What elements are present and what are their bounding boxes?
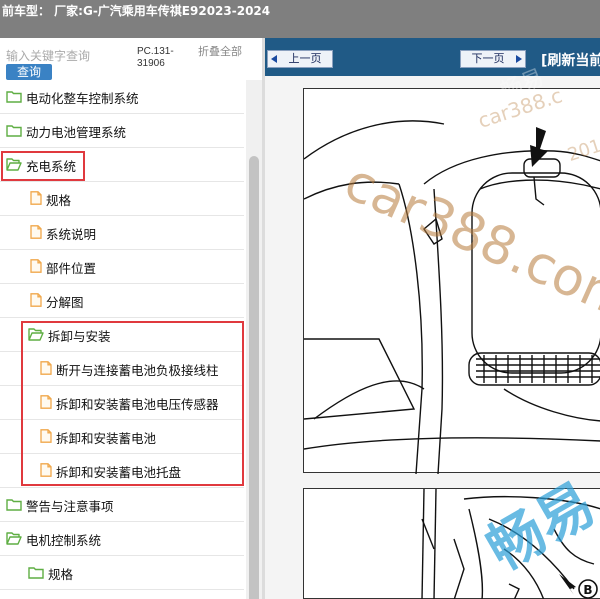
tree-item-label: 警告与注意事项 bbox=[26, 499, 114, 514]
tree-item-ev-control[interactable]: 电动化整车控制系统 bbox=[0, 80, 244, 114]
interior-line-drawing bbox=[304, 120, 600, 474]
navigation-panel: 查询 PC.131-31906 折叠全部 电动化整车控制系统 动力电池管理系统 … bbox=[0, 38, 262, 599]
title-bar: 前车型： 厂家:G-广汽乘用车传祺E92023-2024 bbox=[0, 0, 600, 38]
refresh-current-link[interactable]: [刷新当前 bbox=[541, 50, 600, 70]
tree-item-label: 分解图 bbox=[46, 295, 84, 310]
tree-item-label: 规格 bbox=[46, 193, 72, 208]
pc-code: PC.131-31906 bbox=[137, 46, 174, 69]
next-page-button[interactable]: 下一页 bbox=[460, 50, 526, 68]
document-icon bbox=[30, 293, 42, 307]
tree-item-label: 部件位置 bbox=[46, 261, 97, 276]
tree-item-system-description[interactable]: 系统说明 bbox=[0, 216, 244, 250]
document-icon bbox=[30, 191, 42, 205]
illustration-upper bbox=[303, 88, 600, 474]
illustration-lower: B bbox=[303, 488, 600, 599]
tree-item-motor-spec[interactable]: 规格 bbox=[0, 556, 244, 590]
folder-icon bbox=[6, 91, 22, 103]
arrow-right-icon bbox=[516, 55, 522, 63]
highlight-box-removal-group bbox=[21, 321, 244, 486]
tree-item-motor-control[interactable]: 电机控制系统 bbox=[0, 522, 244, 556]
tree-item-label: 规格 bbox=[48, 567, 74, 582]
battery-area-line-drawing: B bbox=[421, 489, 600, 599]
document-icon bbox=[30, 259, 42, 273]
query-button[interactable]: 查询 bbox=[6, 64, 52, 80]
search-bar: 查询 PC.131-31906 折叠全部 bbox=[0, 38, 262, 80]
tree-item-exploded-view[interactable]: 分解图 bbox=[0, 284, 244, 318]
tree-item-label: 电动化整车控制系统 bbox=[26, 91, 139, 106]
scrollbar-thumb[interactable] bbox=[249, 156, 259, 599]
tree-item-label: 电机控制系统 bbox=[26, 533, 102, 548]
folder-icon bbox=[6, 499, 22, 511]
tree-item-label: 系统说明 bbox=[46, 227, 97, 242]
page-nav-bar: 上一页 下一页 [刷新当前 bbox=[265, 38, 600, 76]
search-input[interactable] bbox=[6, 46, 130, 66]
vehicle-title: 前车型： 厂家:G-广汽乘用车传祺E92023-2024 bbox=[2, 4, 271, 18]
document-viewer: 上一页 下一页 [刷新当前 B car388.com car388.c 2016… bbox=[265, 38, 600, 599]
folder-icon bbox=[28, 567, 44, 579]
catalog-tree: 电动化整车控制系统 动力电池管理系统 充电系统 规格 系统说明 部件位置 分解图 bbox=[0, 80, 246, 599]
tree-item-label: 动力电池管理系统 bbox=[26, 125, 127, 140]
collapse-all-link[interactable]: 折叠全部 bbox=[198, 46, 246, 58]
folder-open-icon bbox=[6, 532, 22, 545]
page-content: B car388.com car388.c 2016 畅易 畅易 bbox=[265, 65, 600, 599]
prev-page-button[interactable]: 上一页 bbox=[267, 50, 333, 68]
arrow-left-icon bbox=[271, 55, 277, 63]
folder-icon bbox=[6, 125, 22, 137]
tree-item-battery-management[interactable]: 动力电池管理系统 bbox=[0, 114, 244, 148]
document-icon bbox=[30, 225, 42, 239]
tree-item-spec[interactable]: 规格 bbox=[0, 182, 244, 216]
highlight-box-charging bbox=[1, 151, 85, 181]
tree-item-component-location[interactable]: 部件位置 bbox=[0, 250, 244, 284]
callout-label: B bbox=[583, 583, 592, 597]
tree-item-warnings[interactable]: 警告与注意事项 bbox=[0, 488, 244, 522]
